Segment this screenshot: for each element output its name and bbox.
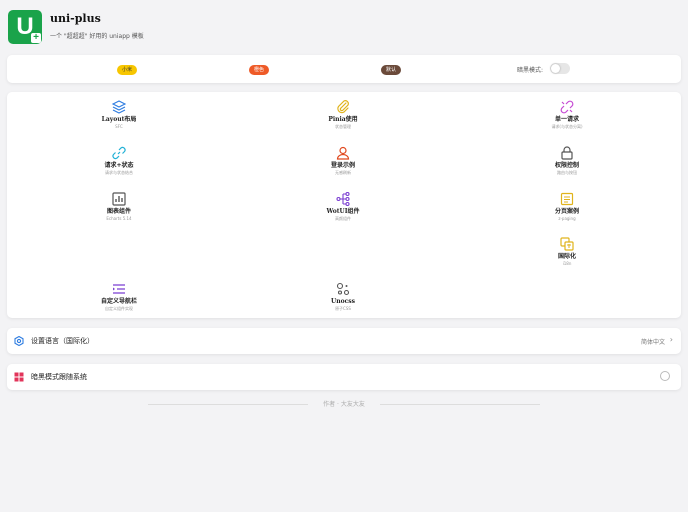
grid-item-single-request[interactable]: 单一请求 请求(与状态分离)	[522, 100, 612, 130]
grid-item-unocss[interactable]: Unocss 原子CSS	[298, 282, 388, 312]
list-nav-icon	[113, 284, 125, 294]
grid-sub: 高颜组件	[335, 216, 351, 221]
theme-chip-default[interactable]: 默认	[381, 65, 401, 75]
flow-icon	[336, 192, 350, 206]
translate-icon	[560, 237, 574, 251]
grid-sub: 请求(与状态分离)	[551, 124, 583, 129]
theme-chip-yellow[interactable]: 小米	[117, 65, 137, 75]
grid-label: 国际化	[557, 253, 576, 260]
grid-label: Layout布局	[101, 116, 137, 123]
footer-author: 作者 · 大友大友	[323, 401, 365, 408]
user-icon	[336, 146, 350, 160]
dark-follow-radio[interactable]	[660, 371, 670, 381]
grid-label: 图表组件	[106, 208, 131, 215]
grid-sub: 自定义组件实现	[105, 306, 133, 311]
grid-label: WotUI组件	[326, 208, 360, 215]
grid-sub: 原子CSS	[335, 306, 351, 311]
grid-item-custom-nav[interactable]: 自定义导航栏 自定义组件实现	[74, 282, 164, 312]
grid-item-charts[interactable]: 图表组件 Echarts 5.14	[74, 192, 164, 222]
grid-squares-icon	[14, 372, 24, 382]
grid-label: Pinia使用	[328, 116, 358, 123]
grid-sub: i18n	[562, 261, 572, 266]
footer-divider-right	[380, 404, 540, 405]
document-icon	[560, 192, 574, 206]
toggle-knob	[551, 64, 560, 73]
grid-sub: 状态管理	[335, 124, 351, 129]
language-label: 设置语言（国际化）	[31, 337, 94, 345]
dark-mode-label: 暗黑模式:	[517, 67, 544, 74]
link-icon	[112, 146, 126, 160]
app-logo: U +	[8, 10, 42, 44]
app-header: U + uni-plus 一个 "超超超" 好用的 uniapp 模板	[8, 10, 680, 46]
grid-item-layout[interactable]: Layout布局 SFC	[74, 100, 164, 130]
grid-sub: Echarts 5.14	[106, 216, 132, 221]
link-broken-icon	[560, 100, 574, 114]
grid-sub: SFC	[115, 124, 123, 129]
theme-selector-card: 小米 橙色 默认 暗黑模式:	[7, 55, 681, 83]
dark-follow-label: 暗黑模式跟随系统	[31, 373, 87, 381]
grid-sub: 请求与状态结合	[105, 170, 133, 175]
shapes-icon	[336, 282, 350, 296]
grid-label: 自定义导航栏	[100, 298, 137, 305]
layers-icon	[112, 100, 126, 114]
grid-label: 单一请求	[554, 116, 579, 123]
footer: 作者 · 大友大友	[0, 399, 688, 409]
grid-label: 登录示例	[330, 162, 355, 169]
grid-item-login[interactable]: 登录示例 无感刷新	[298, 146, 388, 176]
grid-label: Unocss	[330, 298, 355, 305]
grid-sub: 无感刷新	[335, 170, 351, 175]
feature-grid: Layout布局 SFC Pinia使用 状态管理 单一请求 请求(与状态分离)…	[7, 92, 681, 318]
grid-label: 权限控制	[554, 162, 579, 169]
grid-item-paging[interactable]: 分页案例 z-paging	[522, 192, 612, 222]
grid-sub: z-paging	[558, 216, 576, 221]
grid-item-permission[interactable]: 权限控制 路由与按钮	[522, 146, 612, 176]
dark-mode-toggle[interactable]	[550, 63, 570, 74]
grid-label: 请求+状态	[104, 162, 134, 169]
app-title: uni-plus	[50, 12, 101, 25]
settings-hex-icon	[14, 336, 24, 346]
grid-label: 分页案例	[554, 208, 579, 215]
grid-sub: 路由与按钮	[557, 170, 577, 175]
logo-plus: +	[31, 33, 41, 43]
language-setting-row[interactable]: 设置语言（国际化） 简体中文 ›	[7, 328, 681, 354]
grid-item-wotui[interactable]: WotUI组件 高颜组件	[298, 192, 388, 222]
app-subtitle: 一个 "超超超" 好用的 uniapp 模板	[50, 33, 144, 40]
grid-item-request-state[interactable]: 请求+状态 请求与状态结合	[74, 146, 164, 176]
dark-follow-system-row[interactable]: 暗黑模式跟随系统	[7, 364, 681, 390]
lock-icon	[561, 146, 573, 160]
paperclip-icon	[337, 100, 349, 114]
chevron-right-icon: ›	[669, 335, 673, 344]
grid-item-pinia[interactable]: Pinia使用 状态管理	[298, 100, 388, 130]
theme-chip-orange[interactable]: 橙色	[249, 65, 269, 75]
language-value: 简体中文	[640, 339, 665, 346]
bar-chart-icon	[112, 192, 126, 206]
grid-item-i18n[interactable]: 国际化 i18n	[522, 237, 612, 267]
